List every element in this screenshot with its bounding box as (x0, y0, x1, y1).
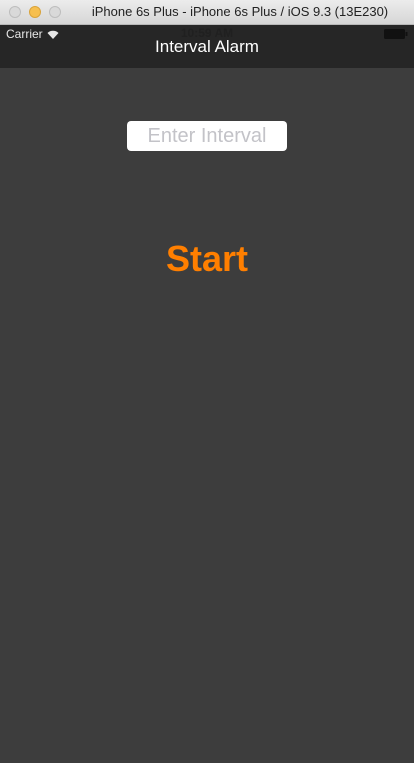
start-button[interactable]: Start (107, 232, 307, 286)
simulator-window: iPhone 6s Plus - iPhone 6s Plus / iOS 9.… (0, 0, 414, 763)
minimize-window-button[interactable] (29, 6, 41, 18)
close-window-button[interactable] (9, 6, 21, 18)
zoom-window-button[interactable] (49, 6, 61, 18)
nav-title: Interval Alarm (155, 37, 259, 56)
navigation-bar: Carrier 10:59 AM Interval Alarm (0, 25, 414, 68)
window-title: iPhone 6s Plus - iPhone 6s Plus / iOS 9.… (91, 4, 389, 19)
interval-input[interactable] (127, 121, 287, 151)
window-title-bar: iPhone 6s Plus - iPhone 6s Plus / iOS 9.… (0, 0, 414, 25)
